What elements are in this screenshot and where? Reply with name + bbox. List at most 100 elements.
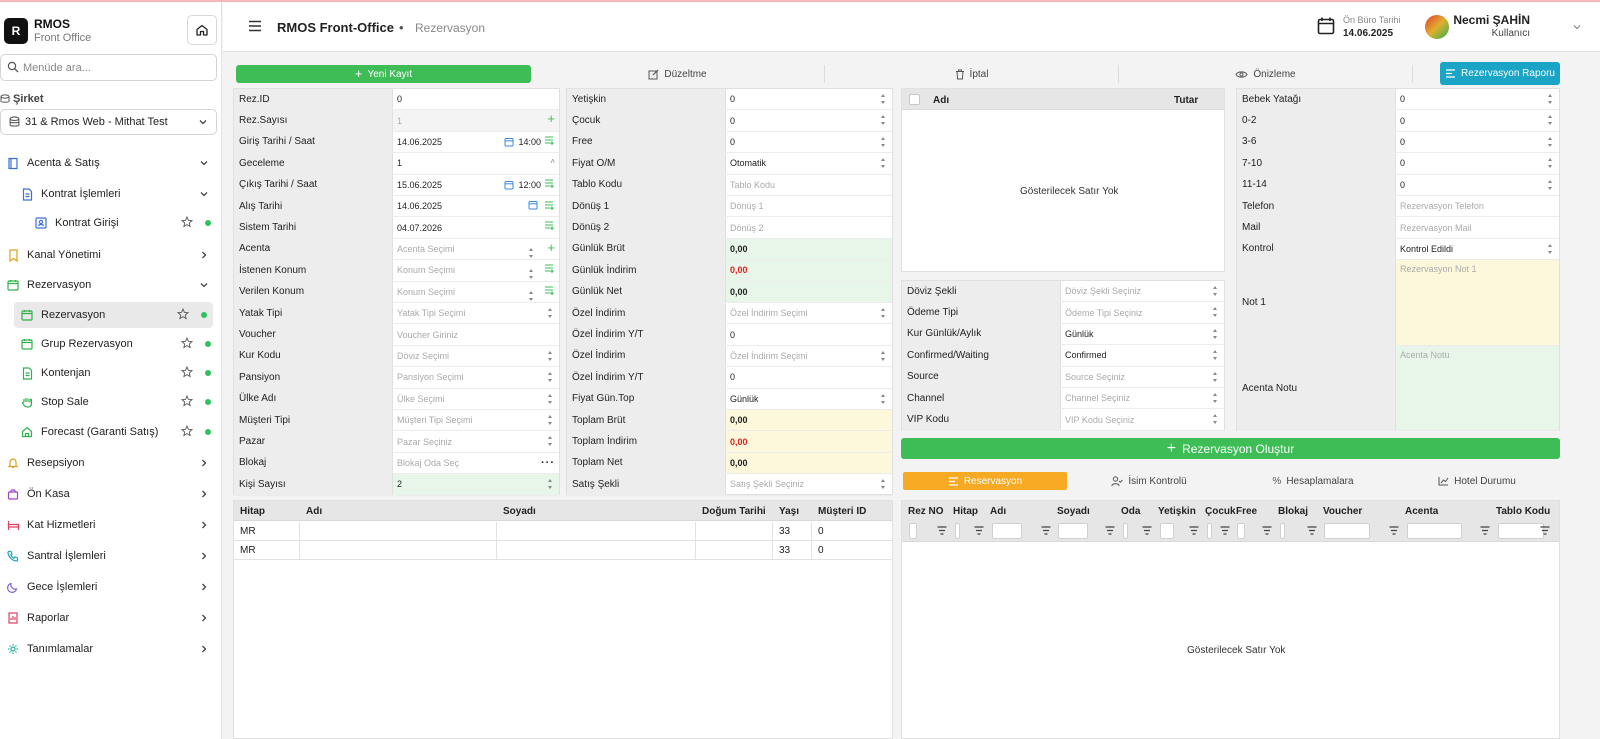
field-input-çocuk[interactable]: 0 [726, 110, 892, 130]
spinner-arrows-icon[interactable] [880, 350, 887, 361]
table-cell[interactable]: 33 [773, 522, 812, 541]
select-all-checkbox[interactable] [909, 94, 920, 105]
field-input-verilen-konum[interactable]: Konum Seçimi [393, 282, 559, 302]
spinner-arrows-icon[interactable] [880, 393, 887, 404]
plus-icon[interactable]: + [547, 241, 555, 254]
field-input-voucher[interactable]: Voucher Giriniz [393, 324, 559, 344]
spinner-arrows-icon[interactable] [1547, 94, 1554, 104]
spinner-arrows-icon[interactable] [1547, 136, 1554, 147]
reservation-col-header[interactable]: Oda [1121, 506, 1140, 517]
column-filter-input[interactable] [955, 523, 960, 539]
field-input-günlük-net[interactable]: 0,00 [726, 281, 892, 302]
filter-icon[interactable] [1480, 526, 1490, 538]
spinner-arrows-icon[interactable] [1212, 307, 1219, 318]
more-dots-icon[interactable]: ··· [541, 457, 555, 469]
reservation-col-header[interactable]: Voucher [1323, 506, 1362, 517]
field-input-acenta[interactable]: Acenta Seçimi + [393, 239, 559, 259]
spinner-arrows-icon[interactable] [1212, 393, 1219, 403]
calendar-icon[interactable] [504, 137, 514, 147]
calendar-icon[interactable] [528, 200, 538, 210]
reservation-col-header[interactable]: Çocuk [1205, 506, 1236, 517]
filter-icon[interactable] [937, 526, 947, 538]
list-add-icon[interactable] [544, 200, 555, 210]
table-cell[interactable] [696, 522, 773, 541]
reservation-col-header[interactable]: Tablo Kodu [1496, 506, 1550, 517]
sidebar-item-tanımlamalar[interactable]: Tanımlamalar [0, 636, 217, 662]
sidebar-item-grup-rezervasyon[interactable]: Grup Rezervasyon [0, 331, 217, 357]
menu-search-input[interactable] [23, 59, 208, 77]
field-input-mail[interactable]: Rezervasyon Mail [1396, 217, 1559, 237]
table-cell[interactable]: MR [234, 541, 300, 560]
spinner-arrows-icon[interactable] [880, 479, 887, 490]
field-input-vip-kodu[interactable]: VIP Kodu Seçiniz [1061, 409, 1224, 429]
spinner-arrows-icon[interactable] [547, 415, 554, 425]
plus-icon[interactable]: + [547, 112, 555, 125]
calendar-icon[interactable] [504, 180, 514, 190]
column-filter-input[interactable] [992, 523, 1022, 539]
guest-col-header[interactable]: Doğum Tarihi [702, 506, 766, 517]
user-name[interactable]: Necmi ŞAHİN [1453, 13, 1530, 27]
sidebar-item-kontrat-girişi[interactable]: Kontrat Girişi [0, 210, 217, 236]
field-input-özel-i-ndirim-y-t[interactable]: 0 [726, 324, 892, 344]
tab-reservation[interactable]: Reservasyon [903, 472, 1067, 490]
field-input-yetişkin[interactable]: 0 [726, 89, 892, 109]
spinner-arrows-icon[interactable] [880, 115, 887, 126]
tab-name-check[interactable]: İsim Kontrolü [1067, 472, 1231, 490]
spinner-arrows-icon[interactable] [1212, 414, 1219, 425]
reservation-col-header[interactable]: Adı [990, 506, 1006, 517]
favorite-star-icon[interactable] [180, 365, 194, 381]
sidebar-item-rezervasyon[interactable]: Rezervasyon [14, 302, 213, 328]
column-filter-input[interactable] [1498, 523, 1544, 539]
sidebar-item-santral-i-şlemleri[interactable]: Santral İşlemleri [0, 543, 217, 569]
reservation-col-header[interactable]: Rez NO [908, 506, 944, 517]
guest-col-header[interactable]: Adı [306, 506, 322, 517]
column-filter-input[interactable] [1123, 523, 1128, 539]
field-time-çıkış-tarihi-saat[interactable]: 12:00 [518, 180, 541, 190]
sidebar-item-kanal-yönetimi[interactable]: Kanal Yönetimi [0, 242, 217, 268]
filter-icon[interactable] [974, 526, 984, 538]
list-add-icon[interactable] [544, 221, 555, 231]
field-input-11-14[interactable]: 0 [1396, 175, 1559, 195]
spinner-arrows-icon[interactable] [880, 94, 887, 104]
field-input-fiyat-gün-top[interactable]: Günlük [726, 389, 892, 409]
spinner-arrows-icon[interactable] [1212, 350, 1219, 361]
spinner-arrows-icon[interactable] [547, 308, 554, 318]
field-input-free[interactable]: 0 [726, 132, 892, 152]
field-input-çıkış-tarihi-saat[interactable]: 15.06.2025 12:00 [393, 175, 559, 195]
sidebar-item-rezervasyon[interactable]: Rezervasyon [0, 272, 217, 298]
table-cell[interactable] [497, 522, 696, 541]
chevron-right-icon[interactable] [199, 551, 209, 564]
table-cell[interactable] [300, 522, 497, 541]
field-input-toplam-net[interactable]: 0,00 [726, 452, 892, 474]
tab-calculations[interactable]: % Hesaplamalara [1231, 472, 1395, 490]
chevron-right-icon[interactable] [199, 613, 209, 626]
chevron-right-icon[interactable] [199, 520, 209, 533]
chevron-right-icon[interactable] [199, 582, 209, 595]
spinner-arrows-icon[interactable] [1212, 371, 1219, 382]
table-cell[interactable] [696, 541, 773, 560]
field-input-confirmed-waiting[interactable]: Confirmed [1061, 345, 1224, 365]
guest-col-header[interactable]: Yaşı [779, 506, 799, 517]
field-input-channel[interactable]: Channel Seçiniz [1061, 388, 1224, 408]
column-filter-input[interactable] [909, 523, 917, 539]
reservation-col-header[interactable]: Hitap [953, 506, 978, 517]
reservation-col-header[interactable]: Soyadı [1057, 506, 1090, 517]
chevron-down-icon[interactable] [199, 280, 209, 293]
filter-icon[interactable] [1307, 526, 1317, 538]
filter-icon[interactable] [1142, 526, 1152, 538]
chevron-down-icon[interactable] [199, 189, 209, 202]
table-cell[interactable]: 0 [812, 541, 893, 560]
field-input-ödeme-tipi[interactable]: Ödeme Tipi Seçiniz [1061, 302, 1224, 322]
column-filter-input[interactable] [1280, 523, 1285, 539]
table-cell[interactable]: MR [234, 522, 300, 541]
menu-search[interactable] [0, 54, 217, 81]
field-input-i-stenen-konum[interactable]: Konum Seçimi [393, 260, 559, 280]
sidebar-item-raporlar[interactable]: Raporlar [0, 605, 217, 631]
field-input-sistem-tarihi[interactable]: 04.07.2026 [393, 217, 559, 237]
spinner-arrows-icon[interactable] [880, 136, 887, 147]
field-input-tablo-kodu[interactable]: Tablo Kodu [726, 175, 892, 195]
chevron-right-icon[interactable] [199, 458, 209, 471]
home-button[interactable] [187, 15, 217, 45]
filter-icon[interactable] [1220, 526, 1230, 538]
guest-col-header[interactable]: Soyadı [503, 506, 536, 517]
